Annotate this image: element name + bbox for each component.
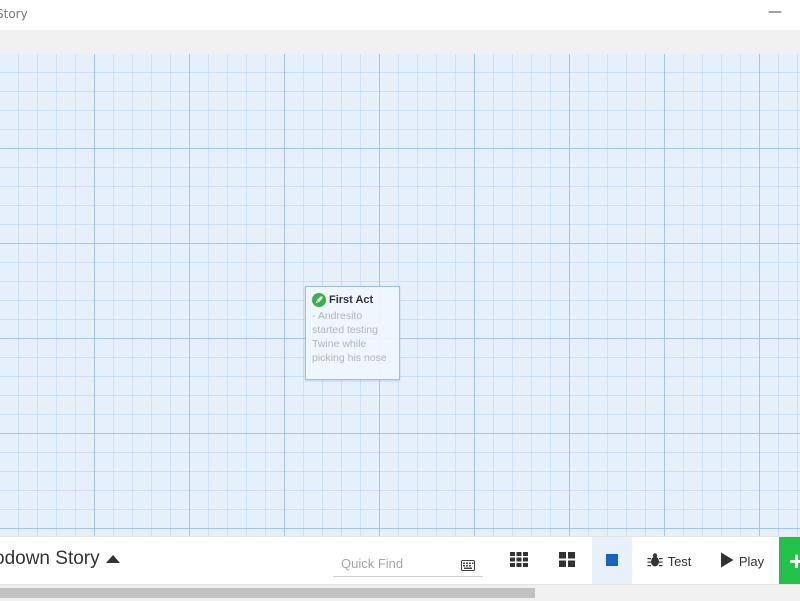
quick-find-input[interactable] <box>339 552 453 574</box>
square-icon <box>606 553 618 569</box>
zoom-large-button[interactable] <box>592 537 632 585</box>
story-name-menu[interactable]: odown Story <box>0 548 120 570</box>
passage-header: First Act <box>312 293 393 307</box>
window-title: Story <box>0 7 28 21</box>
story-name-label: odown Story <box>0 548 100 569</box>
test-button[interactable]: Test <box>638 537 700 585</box>
minimize-button[interactable]: — <box>768 4 782 20</box>
test-label: Test <box>667 553 692 569</box>
horizontal-scrollbar[interactable] <box>0 584 800 601</box>
keyboard-icon[interactable] <box>461 556 475 575</box>
passage-title: First Act <box>329 294 374 306</box>
grid-2x2-icon <box>559 552 575 570</box>
zoom-medium-button[interactable] <box>551 537 583 585</box>
add-passage-button[interactable]: + <box>779 537 800 585</box>
zoom-small-button[interactable] <box>503 537 535 585</box>
story-map-canvas[interactable]: First Act - Andresito started testing Tw… <box>0 54 800 536</box>
plus-icon: + <box>789 545 800 576</box>
scrollbar-thumb[interactable] <box>0 588 535 598</box>
story-menu-bar <box>0 30 800 55</box>
play-button[interactable]: Play <box>712 537 772 585</box>
story-toolbar: odown Story Quick Find Test Play + <box>0 536 800 585</box>
rocket-icon <box>312 293 326 307</box>
passage-card[interactable]: First Act - Andresito started testing Tw… <box>305 286 400 380</box>
play-label: Play <box>738 553 765 569</box>
passage-excerpt: - Andresito started testing Twine while … <box>312 310 387 364</box>
grid-3x3-icon <box>510 552 528 570</box>
play-icon <box>720 552 734 571</box>
window-titlebar: Story — <box>0 0 800 30</box>
quick-find <box>333 549 483 577</box>
caret-up-icon <box>105 548 120 570</box>
bug-icon <box>647 552 663 571</box>
